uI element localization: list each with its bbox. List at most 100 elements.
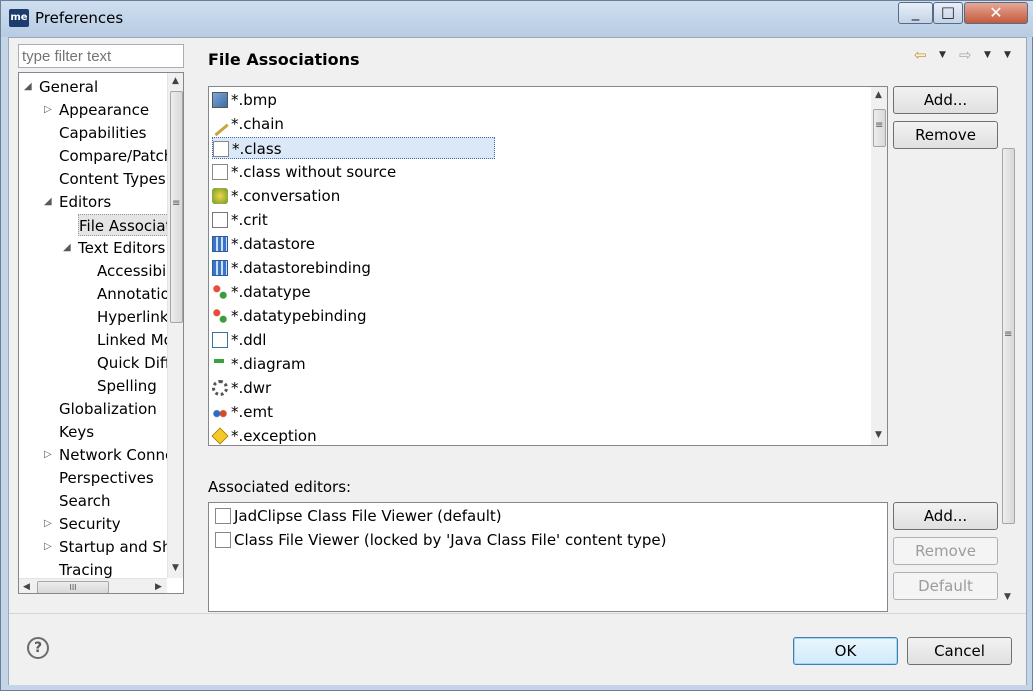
tree-item[interactable]: Spelling xyxy=(97,375,157,397)
tree-expand-arrow-icon[interactable]: ▷ xyxy=(44,99,52,121)
file-type-item[interactable]: *.ddl xyxy=(212,329,266,351)
file-type-item[interactable]: *.class without source xyxy=(212,161,396,183)
datatype-icon xyxy=(212,284,228,300)
editor-item[interactable]: Class File Viewer (locked by 'Java Class… xyxy=(215,529,667,551)
tree-item[interactable]: Keys xyxy=(59,421,94,443)
emt-icon xyxy=(212,404,228,420)
tree-item[interactable]: Capabilities xyxy=(59,122,147,144)
file-type-item[interactable]: *.datastore xyxy=(212,233,315,255)
back-arrow-icon[interactable]: ⇦ xyxy=(914,46,927,64)
tree-item[interactable]: Text Editors xyxy=(78,237,165,259)
editor-item[interactable]: JadClipse Class File Viewer (default) xyxy=(215,505,502,527)
file-types-scrollbar[interactable]: ▲ ≡ ▼ xyxy=(871,87,887,445)
tree-expand-arrow-icon[interactable]: ▷ xyxy=(44,513,52,535)
add-file-type-button[interactable]: Add... xyxy=(893,86,998,114)
close-button[interactable]: ✕ xyxy=(964,2,1028,24)
datastore-icon xyxy=(212,260,228,276)
class-file-icon xyxy=(213,141,229,157)
scroll-down-arrow[interactable]: ▼ xyxy=(172,563,179,573)
associated-editors-list[interactable]: JadClipse Class File Viewer (default) Cla… xyxy=(208,502,888,612)
tree-vertical-scrollbar[interactable]: ▲ ≡ ▼ xyxy=(167,73,183,578)
class-file-icon xyxy=(212,164,228,180)
scroll-up-arrow[interactable]: ▲ xyxy=(875,90,882,100)
preferences-window: me Preferences _ □ ✕ ◢General▷Appearance… xyxy=(0,0,1033,691)
page-scrollbar[interactable]: ≡ ▼ xyxy=(1000,146,1017,606)
back-menu-chevron-icon[interactable]: ▼ xyxy=(939,50,946,60)
chain-icon xyxy=(211,119,229,137)
preferences-tree[interactable]: ◢ General ▷ Appearance Capabilities Compare/P… xyxy=(18,72,184,594)
file-type-item[interactable]: *.chain xyxy=(211,113,284,137)
tree-horizontal-scrollbar[interactable]: ◀ III ▶ xyxy=(19,578,167,593)
file-type-label: *.datatype xyxy=(231,283,311,301)
file-type-item[interactable]: *.datatypebinding xyxy=(212,305,366,327)
file-type-label: *.diagram xyxy=(231,355,306,373)
scroll-right-arrow[interactable]: ▶ xyxy=(155,582,162,592)
tree-item[interactable]: Appearance xyxy=(59,99,149,121)
tree-hscroll-thumb[interactable]: III xyxy=(37,581,109,593)
gear-icon xyxy=(212,380,228,396)
file-type-item[interactable]: *.emt xyxy=(212,401,273,423)
view-menu-icon[interactable]: ▼ xyxy=(1004,50,1011,60)
file-type-item[interactable]: *.bmp xyxy=(212,89,277,111)
file-type-label: *.datastorebinding xyxy=(231,259,371,277)
file-type-label: *.dwr xyxy=(231,379,272,397)
remove-file-type-button[interactable]: Remove xyxy=(893,121,998,149)
file-type-label: *.bmp xyxy=(231,91,277,109)
file-type-label: *.datastore xyxy=(231,235,315,253)
tree-item[interactable]: Compare/Patch xyxy=(59,145,173,167)
file-type-item[interactable]: *.exception xyxy=(211,425,317,445)
tree-item[interactable]: Perspectives xyxy=(59,467,154,489)
forward-arrow-icon[interactable]: ⇨ xyxy=(959,46,972,64)
minimize-button[interactable]: _ xyxy=(898,2,933,24)
help-icon[interactable]: ? xyxy=(27,637,49,659)
scroll-down-arrow[interactable]: ▼ xyxy=(1004,592,1011,602)
file-type-item[interactable]: *.conversation xyxy=(212,185,340,207)
tree-expand-arrow-icon[interactable]: ▷ xyxy=(44,444,52,466)
scroll-down-arrow[interactable]: ▼ xyxy=(875,430,882,440)
associated-editors-label: Associated editors: xyxy=(208,478,352,496)
window-title: Preferences xyxy=(35,9,124,27)
tree-expand-arrow-icon[interactable]: ◢ xyxy=(63,237,71,259)
tree-item[interactable]: Startup and Shutdown xyxy=(59,536,183,558)
scroll-up-arrow[interactable]: ▲ xyxy=(172,76,179,86)
forward-menu-chevron-icon[interactable]: ▼ xyxy=(984,50,991,60)
add-editor-button[interactable]: Add... xyxy=(893,502,998,530)
tree-item[interactable]: Search xyxy=(59,490,111,512)
page-title: File Associations xyxy=(208,50,360,69)
file-types-scroll-thumb[interactable]: ≡ xyxy=(873,109,886,147)
scroll-left-arrow[interactable]: ◀ xyxy=(23,582,30,592)
tree-item[interactable]: Network Connections xyxy=(59,444,183,466)
ok-button[interactable]: OK xyxy=(793,637,898,665)
tree-item[interactable]: Quick Diff xyxy=(97,352,170,374)
filter-input[interactable] xyxy=(18,44,184,68)
ddl-file-icon xyxy=(212,332,228,348)
tree-item[interactable]: Content Types xyxy=(59,168,166,190)
file-type-item[interactable]: *.class xyxy=(212,137,495,159)
file-type-item[interactable]: *.dwr xyxy=(212,377,271,399)
dialog-client-area: ◢General▷AppearanceCapabilitiesCompare/P… xyxy=(8,37,1027,685)
tree-expand-arrow-icon[interactable]: ◢ xyxy=(24,76,32,98)
tree-expand-arrow-icon[interactable]: ◢ xyxy=(44,191,52,213)
tree-item[interactable]: Security xyxy=(59,513,121,535)
tree-item[interactable]: General xyxy=(39,76,98,98)
file-type-item[interactable]: *.crit xyxy=(212,209,268,231)
scroll-grip-icon: ≡ xyxy=(875,120,884,131)
file-type-item[interactable]: *.datatype xyxy=(212,281,311,303)
file-type-label: *.ddl xyxy=(231,331,267,349)
page-scroll-thumb[interactable]: ≡ xyxy=(1002,148,1015,524)
file-type-item[interactable]: *.datastorebinding xyxy=(212,257,371,279)
tree-item[interactable]: Globalization xyxy=(59,398,157,420)
file-type-item[interactable]: *.diagram xyxy=(212,353,306,375)
maximize-button[interactable]: □ xyxy=(933,2,963,24)
file-types-list[interactable]: *.bmp *.chain *.class *.class without sourc… xyxy=(208,86,888,446)
file-type-label: *.class xyxy=(232,140,282,158)
remove-editor-button: Remove xyxy=(893,537,998,565)
file-type-label: *.crit xyxy=(231,211,268,229)
tree-item[interactable]: Editors xyxy=(59,191,111,213)
tree-expand-arrow-icon[interactable]: ▷ xyxy=(44,536,52,558)
cancel-button[interactable]: Cancel xyxy=(907,637,1012,665)
title-bar[interactable]: me Preferences _ □ ✕ xyxy=(1,1,1033,37)
file-type-label: *.datatypebinding xyxy=(231,307,367,325)
tree-scroll-thumb[interactable]: ≡ xyxy=(170,91,183,323)
editor-label: JadClipse Class File Viewer (default) xyxy=(234,507,502,525)
